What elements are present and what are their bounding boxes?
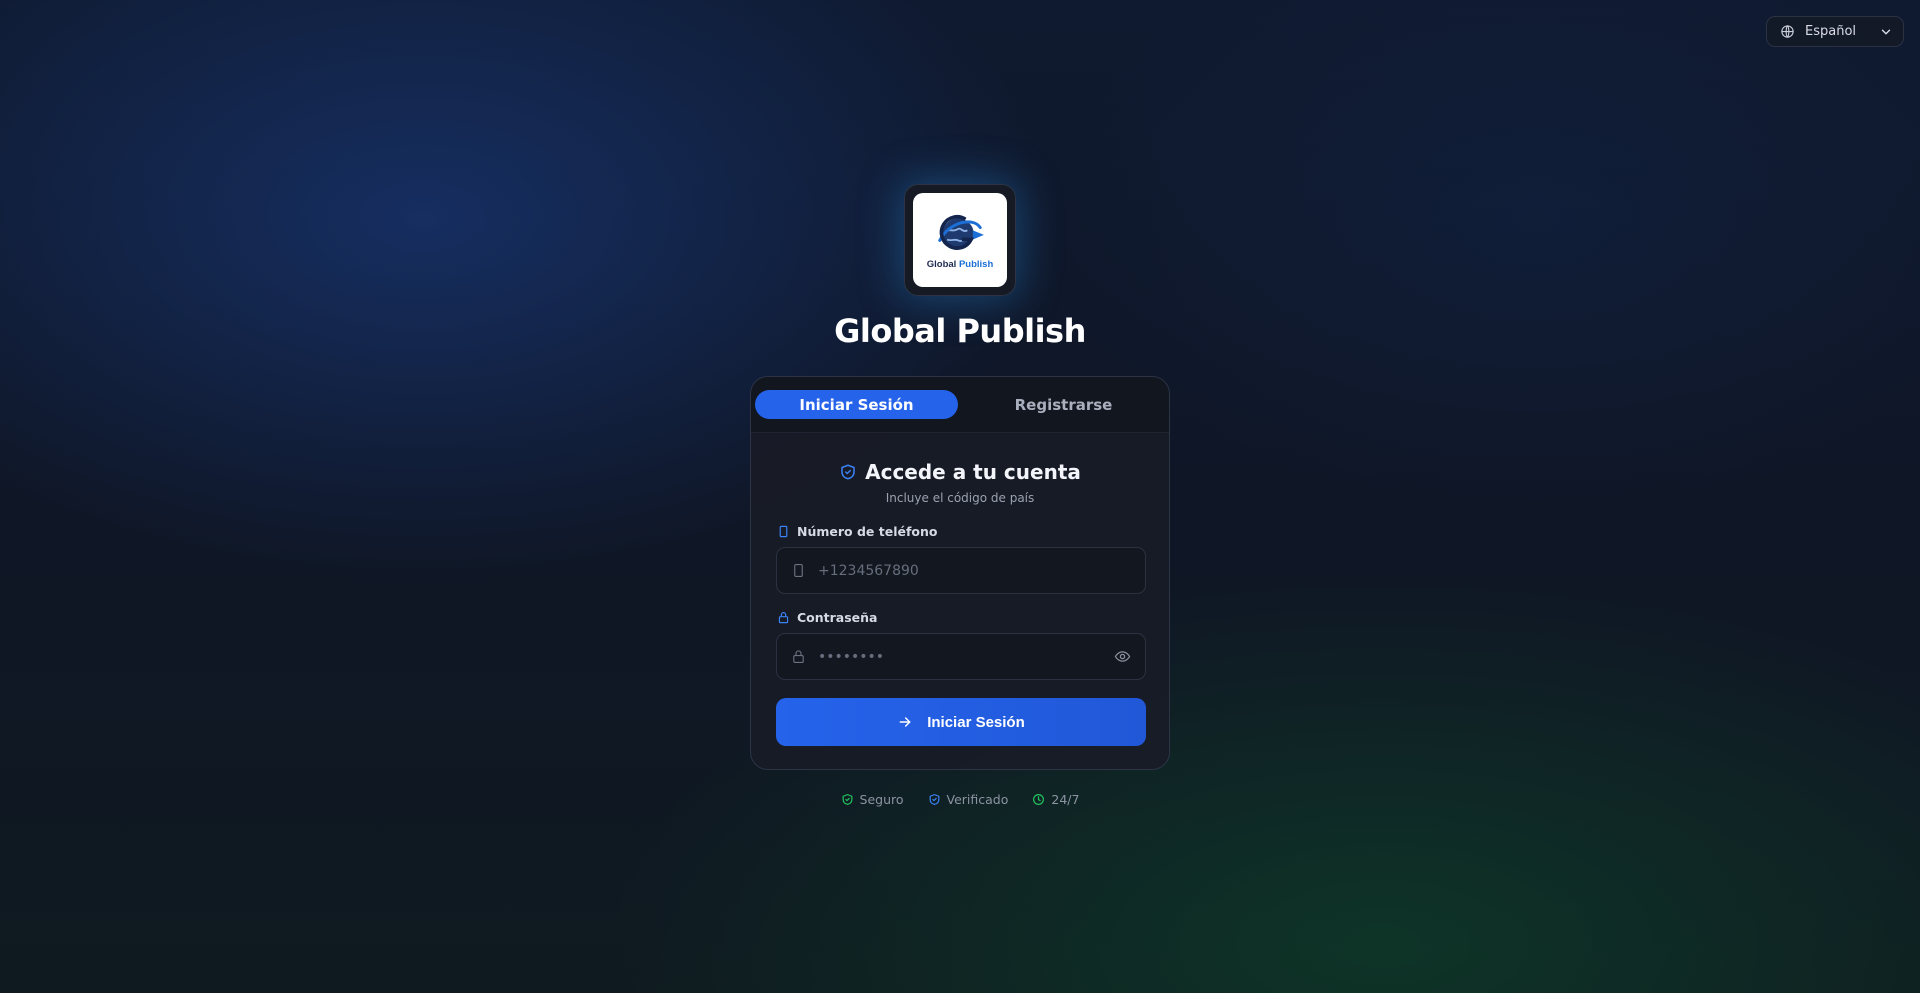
shield-check-icon — [841, 793, 854, 806]
tab-register[interactable]: Registrarse — [962, 390, 1165, 419]
lock-icon — [777, 611, 790, 624]
clock-icon — [1032, 793, 1045, 806]
phone-icon — [791, 563, 806, 578]
trust-badges: Seguro Verificado 24/7 — [0, 792, 1920, 807]
shield-check-icon — [839, 463, 857, 481]
globe-icon — [1780, 24, 1795, 39]
tab-login[interactable]: Iniciar Sesión — [755, 390, 958, 419]
logo-wordmark: Global Publish — [926, 258, 994, 270]
logo-image: Global Publish — [913, 193, 1007, 287]
shield-check-icon — [928, 793, 941, 806]
submit-label: Iniciar Sesión — [927, 713, 1025, 731]
phone-label: Número de teléfono — [777, 524, 937, 539]
form-subtitle: Incluye el código de país — [885, 491, 1035, 505]
password-label: Contraseña — [777, 610, 878, 625]
phone-input[interactable] — [818, 562, 1131, 579]
arrow-right-icon — [897, 714, 913, 730]
badge-verified: Verificado — [928, 792, 1008, 807]
form-heading: Accede a tu cuenta — [751, 460, 1169, 484]
show-password-icon[interactable] — [1114, 648, 1131, 665]
language-select[interactable]: Español — [1766, 16, 1904, 47]
chevron-down-icon — [1879, 25, 1893, 39]
phone-field[interactable] — [776, 547, 1146, 594]
app-logo: Global Publish — [904, 184, 1016, 296]
password-field[interactable] — [776, 633, 1146, 680]
login-submit-button[interactable]: Iniciar Sesión — [776, 698, 1146, 746]
auth-tabs: Iniciar Sesión Registrarse — [751, 377, 1169, 433]
password-input[interactable] — [818, 648, 1114, 665]
language-label: Español — [1805, 24, 1857, 39]
globe-logo-icon — [938, 214, 984, 250]
phone-icon — [777, 525, 790, 538]
badge-24-7: 24/7 — [1032, 792, 1079, 807]
form-title: Accede a tu cuenta — [865, 460, 1081, 484]
app-title: Global Publish — [834, 312, 1086, 350]
badge-secure: Seguro — [841, 792, 904, 807]
lock-icon — [791, 649, 806, 664]
auth-card: Iniciar Sesión Registrarse Accede a tu c… — [750, 376, 1170, 770]
